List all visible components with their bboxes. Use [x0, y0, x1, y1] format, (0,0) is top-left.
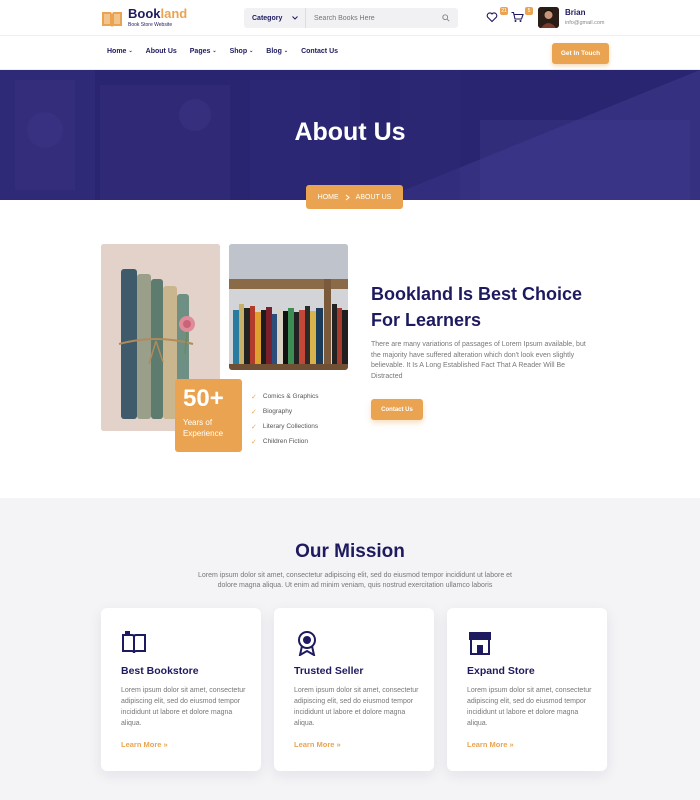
about-text: There are many variations of passages of… — [371, 341, 586, 380]
about-heading: Bookland Is Best Choice For Learners — [371, 284, 583, 330]
contact-us-button[interactable]: Contact Us — [371, 399, 423, 420]
feature-item: ✓ Literary Collections — [251, 423, 319, 431]
book-logo-icon — [102, 11, 122, 27]
user-name[interactable]: Brian — [565, 8, 585, 17]
breadcrumb-current: ABOUT US — [355, 193, 392, 201]
nav-item-shop[interactable]: Shop ⌄ — [230, 48, 254, 55]
double-chevron-right-icon: » — [163, 740, 168, 749]
wishlist-button[interactable]: 21 — [486, 7, 508, 26]
check-icon: ✓ — [251, 408, 257, 416]
feature-list: ✓ Comics & Graphics ✓ Biography ✓ Literary Co… — [251, 389, 319, 449]
chevron-down-icon — [292, 16, 298, 20]
cart-icon — [511, 11, 524, 22]
feature-item: ✓ Biography — [251, 408, 293, 416]
brand-name: Bookland — [128, 6, 188, 21]
experience-badge: 50+ Years of Experience — [175, 379, 242, 452]
user-photo — [538, 7, 559, 28]
chevron-down-icon: ⌄ — [283, 48, 289, 54]
search-input[interactable] — [306, 14, 434, 22]
mission-card: Best Bookstore Lorem ipsum dolor sit ame… — [101, 608, 261, 771]
chevron-down-icon: ⌄ — [128, 48, 133, 54]
feature-item: ✓ Children Fiction — [251, 438, 309, 446]
book-icon — [122, 631, 146, 654]
card-text: Lorem ipsum dolor sit amet, consectetur … — [467, 687, 592, 727]
double-chevron-right-icon: » — [509, 740, 514, 749]
nav-item-contact-us[interactable]: Contact Us — [301, 48, 338, 55]
nav-item-about-us[interactable]: About Us — [146, 48, 177, 55]
category-label: Category — [252, 14, 283, 22]
breadcrumb-home[interactable]: HOME — [318, 194, 339, 201]
card-text: Lorem ipsum dolor sit amet, consectetur … — [121, 687, 246, 727]
check-icon: ✓ — [251, 438, 257, 446]
brand-tagline: Book Store Website — [128, 22, 173, 28]
chevron-down-icon: ⌄ — [212, 48, 217, 54]
bookshelf-image — [229, 244, 348, 370]
learn-more-link[interactable]: Learn More » — [467, 740, 514, 749]
store-icon — [469, 632, 491, 655]
cart-badge: 5 — [525, 7, 533, 15]
heart-icon — [486, 12, 498, 23]
wishlist-badge: 21 — [500, 7, 508, 15]
card-title: Trusted Seller — [294, 665, 364, 677]
bookshelf-photo — [229, 244, 348, 370]
check-icon: ✓ — [251, 393, 257, 401]
experience-number: 50+ — [183, 385, 224, 412]
search-button[interactable] — [434, 8, 458, 28]
nav-item-home[interactable]: Home ⌄ — [107, 48, 133, 55]
experience-label: Years of Experience — [183, 418, 224, 438]
top-bar: Bookland Book Store Website Category 21 … — [0, 0, 700, 36]
cart-button[interactable]: 5 — [511, 7, 533, 26]
nav-item-blog[interactable]: Blog ⌄ — [266, 48, 288, 55]
feature-item: ✓ Comics & Graphics — [251, 393, 319, 401]
user-email: info@gmail.com — [565, 20, 605, 26]
nav-item-pages[interactable]: Pages ⌄ — [190, 48, 217, 55]
mission-card: Trusted Seller Lorem ipsum dolor sit ame… — [274, 608, 434, 771]
category-select[interactable]: Category — [244, 8, 306, 28]
mission-title: Our Mission — [295, 541, 405, 562]
mission-text: Lorem ipsum dolor sit amet, consectetur … — [198, 572, 512, 589]
page-title: About Us — [294, 118, 406, 146]
card-title: Expand Store — [467, 665, 535, 677]
learn-more-link[interactable]: Learn More » — [294, 740, 341, 749]
nav-items: Home ⌄ About Us Pages ⌄ Shop ⌄ Blog ⌄ Contact Us — [107, 48, 338, 55]
avatar[interactable] — [538, 7, 559, 28]
page-banner: About Us — [0, 70, 700, 200]
check-icon: ✓ — [251, 423, 257, 431]
chevron-right-icon — [345, 194, 350, 200]
logo[interactable]: Bookland Book Store Website — [101, 7, 187, 28]
search-icon — [442, 14, 450, 22]
get-in-touch-button[interactable]: Get In Touch — [552, 43, 609, 64]
mission-card: Expand Store Lorem ipsum dolor sit amet,… — [447, 608, 607, 771]
chevron-down-icon: ⌄ — [249, 48, 254, 54]
card-text: Lorem ipsum dolor sit amet, consectetur … — [294, 687, 419, 727]
learn-more-link[interactable]: Learn More » — [121, 740, 168, 749]
breadcrumb: HOME ABOUT US — [306, 185, 403, 209]
card-title: Best Bookstore — [121, 665, 199, 677]
double-chevron-right-icon: » — [336, 740, 341, 749]
search-bar: Category — [244, 8, 458, 28]
award-icon — [298, 631, 316, 656]
